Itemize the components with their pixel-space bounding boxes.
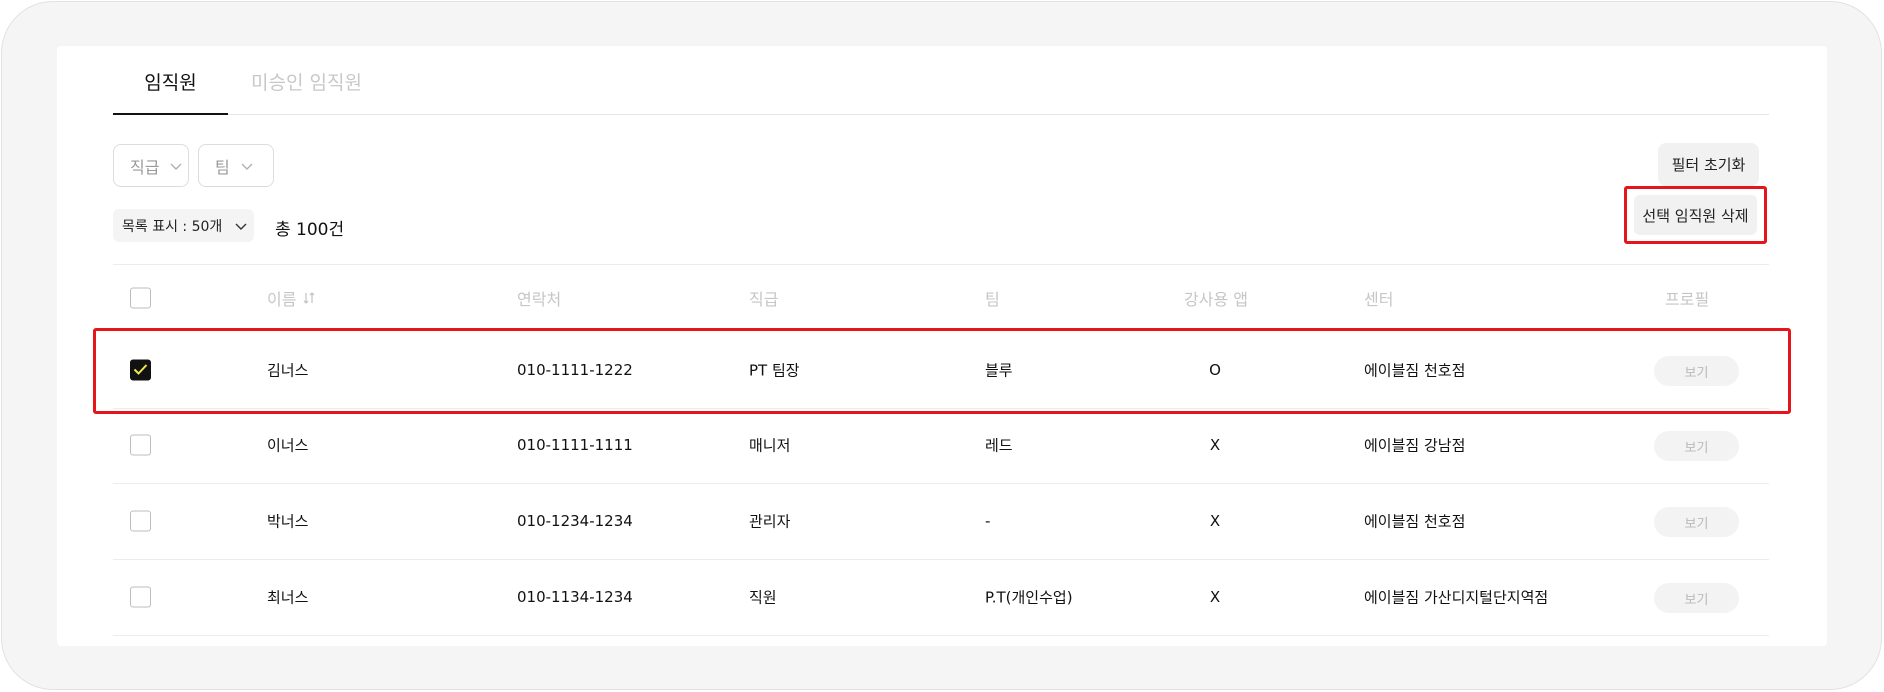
row-center: 에이블짐 천호점 <box>1364 512 1466 531</box>
row-team: - <box>985 512 991 530</box>
sort-icon <box>303 292 315 304</box>
header-contact: 연락처 <box>517 290 562 309</box>
row-divider <box>113 559 1769 560</box>
row-team: 블루 <box>985 361 1013 380</box>
rank-filter-dropdown[interactable]: 직급 <box>113 144 189 187</box>
chevron-down-icon <box>170 163 182 170</box>
row-name: 김너스 <box>267 361 309 380</box>
row-divider <box>113 483 1769 484</box>
tab-unapproved-employees[interactable]: 미승인 임직원 <box>251 68 362 95</box>
header-name-label: 이름 <box>267 290 297 309</box>
row-contact: 010-1134-1234 <box>517 588 633 606</box>
rank-filter-label: 직급 <box>130 157 160 177</box>
row-divider <box>113 635 1769 636</box>
row-rank: 직원 <box>749 588 777 607</box>
chevron-down-icon <box>235 223 247 230</box>
check-icon <box>133 364 148 375</box>
list-size-dropdown[interactable]: 목록 표시 : 50개 <box>113 209 254 242</box>
header-rank: 직급 <box>749 290 779 309</box>
employee-panel: 임직원 미승인 임직원 직급 팀 필터 초기화 선택 임직원 삭제 목록 표시 … <box>57 46 1827 646</box>
row-instructor-app: X <box>1209 436 1221 454</box>
header-instructor-app: 강사용 앱 <box>1184 290 1248 309</box>
row-divider <box>113 408 1769 409</box>
row-center: 에이블짐 가산디지털단지역점 <box>1364 588 1549 607</box>
view-profile-button[interactable]: 보기 <box>1654 583 1739 613</box>
row-checkbox[interactable] <box>130 586 151 608</box>
row-team: 레드 <box>985 436 1013 455</box>
row-name: 이너스 <box>267 436 309 455</box>
row-instructor-app: O <box>1209 361 1221 379</box>
select-all-checkbox[interactable] <box>130 287 151 309</box>
delete-selected-employees-button[interactable]: 선택 임직원 삭제 <box>1634 195 1757 235</box>
header-team: 팀 <box>985 290 1000 309</box>
row-center: 에이블짐 강남점 <box>1364 436 1466 455</box>
row-rank: 매니저 <box>749 436 791 455</box>
tab-employees[interactable]: 임직원 <box>113 68 228 115</box>
row-checkbox[interactable] <box>130 359 151 381</box>
header-profile: 프로필 <box>1665 290 1710 309</box>
view-profile-button[interactable]: 보기 <box>1654 431 1739 461</box>
row-contact: 010-1234-1234 <box>517 512 633 530</box>
reset-filter-button[interactable]: 필터 초기화 <box>1658 143 1759 186</box>
header-center: 센터 <box>1364 290 1394 309</box>
row-center: 에이블짐 천호점 <box>1364 361 1466 380</box>
chevron-down-icon <box>241 163 253 170</box>
list-size-label: 목록 표시 : 50개 <box>122 218 223 235</box>
team-filter-dropdown[interactable]: 팀 <box>198 144 274 187</box>
row-team: P.T(개인수업) <box>985 588 1073 607</box>
row-instructor-app: X <box>1209 588 1221 606</box>
view-profile-button[interactable]: 보기 <box>1654 507 1739 537</box>
table-top-divider <box>113 264 1769 265</box>
team-filter-label: 팀 <box>215 157 230 177</box>
row-contact: 010-1111-1222 <box>517 361 633 379</box>
selected-row-highlight <box>93 328 1791 414</box>
row-checkbox[interactable] <box>130 510 151 532</box>
row-name: 최너스 <box>267 588 309 607</box>
row-rank: 관리자 <box>749 512 791 531</box>
tab-bar: 임직원 미승인 임직원 <box>113 46 1769 115</box>
view-profile-button[interactable]: 보기 <box>1654 356 1739 386</box>
row-checkbox[interactable] <box>130 434 151 456</box>
row-instructor-app: X <box>1209 512 1221 530</box>
row-rank: PT 팀장 <box>749 361 800 380</box>
row-contact: 010-1111-1111 <box>517 436 633 454</box>
header-name[interactable]: 이름 <box>267 286 316 310</box>
row-name: 박너스 <box>267 512 309 531</box>
total-count: 총 100건 <box>275 220 345 240</box>
delete-highlight-box: 선택 임직원 삭제 <box>1624 186 1767 244</box>
